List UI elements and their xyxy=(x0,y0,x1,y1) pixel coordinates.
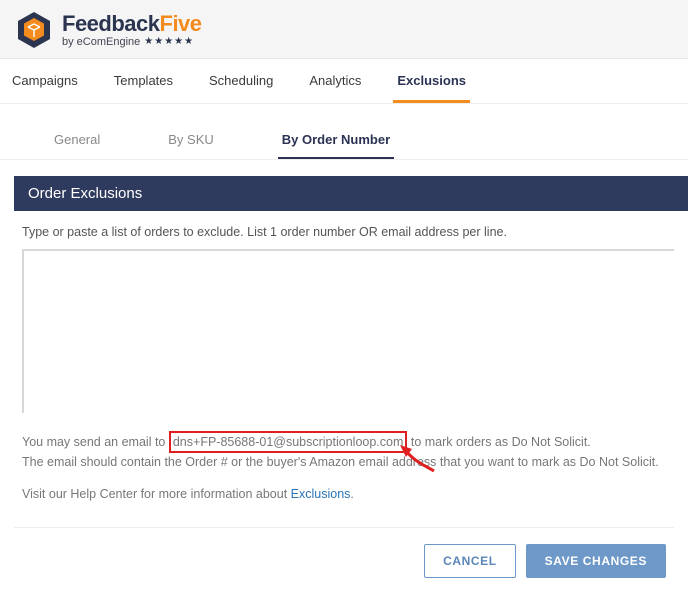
brand-byline: by eComEngine xyxy=(62,37,140,48)
hint-post: to mark orders as Do Not Solicit. xyxy=(407,435,590,449)
tab-by-order-number[interactable]: By Order Number xyxy=(278,126,394,159)
orders-textarea[interactable] xyxy=(28,255,670,409)
tab-general[interactable]: General xyxy=(50,126,104,159)
brand-name-dark: Feedback xyxy=(62,11,160,36)
textarea-wrapper xyxy=(22,249,674,413)
hint-block: You may send an email to dns+FP-85688-01… xyxy=(22,431,674,503)
instruction-text: Type or paste a list of orders to exclud… xyxy=(22,225,674,239)
logo-icon xyxy=(14,10,54,50)
brand-text: FeedbackFive by eComEngine ★★★★★ xyxy=(62,13,202,48)
brand-stars: ★★★★★ xyxy=(144,37,194,47)
highlighted-email: dns+FP-85688-01@subscriptionloop.com xyxy=(169,431,408,453)
tab-by-sku[interactable]: By SKU xyxy=(164,126,218,159)
nav-campaigns[interactable]: Campaigns xyxy=(8,59,82,103)
header-bar: FeedbackFive by eComEngine ★★★★★ xyxy=(0,0,688,59)
help-link[interactable]: Exclusions xyxy=(291,487,351,501)
cancel-button[interactable]: CANCEL xyxy=(424,544,516,578)
help-line: Visit our Help Center for more informati… xyxy=(22,485,674,503)
main-nav: Campaigns Templates Scheduling Analytics… xyxy=(0,59,688,104)
nav-scheduling[interactable]: Scheduling xyxy=(205,59,277,103)
content-area: Type or paste a list of orders to exclud… xyxy=(0,211,688,509)
nav-analytics[interactable]: Analytics xyxy=(305,59,365,103)
nav-templates[interactable]: Templates xyxy=(110,59,177,103)
logo-block: FeedbackFive by eComEngine ★★★★★ xyxy=(14,10,674,50)
hint-line-1: You may send an email to dns+FP-85688-01… xyxy=(22,431,674,453)
hint-pre: You may send an email to xyxy=(22,435,169,449)
sub-tabs: General By SKU By Order Number xyxy=(0,104,688,160)
section-title: Order Exclusions xyxy=(14,176,688,211)
save-button[interactable]: SAVE CHANGES xyxy=(526,544,666,578)
hint-line-2: The email should contain the Order # or … xyxy=(22,453,674,471)
nav-exclusions[interactable]: Exclusions xyxy=(393,59,470,103)
help-post: . xyxy=(350,487,353,501)
brand-name-orange: Five xyxy=(160,11,202,36)
help-pre: Visit our Help Center for more informati… xyxy=(22,487,291,501)
button-row: CANCEL SAVE CHANGES xyxy=(0,528,688,598)
